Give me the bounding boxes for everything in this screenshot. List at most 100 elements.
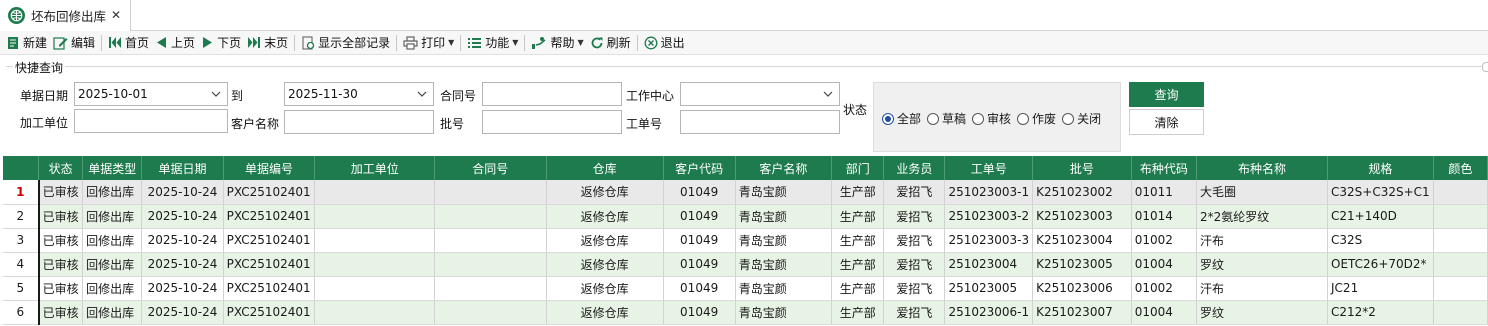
status-radio-option[interactable]: 作废 [1017,110,1056,127]
column-header[interactable]: 工单号 [944,156,1034,180]
caret-down-icon: ▼ [448,38,455,47]
work-order-input[interactable] [680,110,840,134]
refresh-button[interactable]: 刷新 [587,32,634,54]
collapse-handle[interactable] [1482,62,1488,72]
table-cell: 生产部 [831,276,885,301]
status-radio-option[interactable]: 草稿 [927,110,966,127]
table-cell [314,300,435,325]
column-header[interactable]: 部门 [831,156,885,180]
table-cell: K251023004 [1032,228,1132,253]
table-cell: 罗纹 [1196,300,1329,325]
table-cell: K251023005 [1032,252,1132,277]
table-cell: 青岛宝颜 [735,180,832,205]
table-row[interactable]: 3 已审核 回修出库 2025-10-24 PXC25102401 返修仓库 01049 青岛… [3,228,1488,253]
table-cell: K251023007 [1032,300,1132,325]
column-header[interactable]: 单据类型 [82,156,143,180]
column-header[interactable] [3,156,40,180]
column-header[interactable]: 单据日期 [141,156,224,180]
table-row[interactable]: 5 已审核 回修出库 2025-10-24 PXC25102401 返修仓库 01049 青岛… [3,276,1488,301]
status-radio-option[interactable]: 全部 [882,110,921,127]
table-row[interactable]: 6 已审核 回修出库 2025-10-24 PXC25102401 返修仓库 01049 青岛… [3,300,1488,325]
column-header[interactable]: 批号 [1032,156,1132,180]
chevron-down-icon [822,88,834,103]
table-cell: 回修出库 [82,228,143,253]
date-from-select[interactable]: 2025-10-01 [74,82,228,106]
date-to-select[interactable]: 2025-11-30 [284,82,434,106]
table-cell: 回修出库 [82,252,143,277]
column-header[interactable]: 加工单位 [314,156,435,180]
table-cell: 回修出库 [82,300,143,325]
column-header[interactable]: 布种名称 [1196,156,1329,180]
column-header[interactable]: 合同号 [434,156,547,180]
customer-input[interactable] [284,110,434,134]
work-center-label: 工作中心 [626,89,675,103]
status-radio-option[interactable]: 审核 [972,110,1011,127]
table-cell: 汗布 [1196,276,1329,301]
query-button[interactable]: 查询 [1129,82,1204,107]
column-header[interactable]: 颜色 [1433,156,1488,180]
clear-button[interactable]: 清除 [1129,109,1204,135]
tab-fabric-repair-outbound[interactable]: 坯布回修出库 ✕ [0,0,131,31]
globe-icon [8,7,25,24]
table-row[interactable]: 2 已审核 回修出库 2025-10-24 PXC25102401 返修仓库 01049 青岛… [3,204,1488,229]
table-cell: 爱招飞 [883,300,946,325]
exit-button[interactable]: 退出 [641,32,688,54]
work-center-select[interactable] [680,82,840,106]
status-radio-option[interactable]: 关闭 [1062,110,1101,127]
table-cell: 251023004 [944,252,1034,277]
row-number: 4 [3,252,40,277]
printer-icon [403,35,421,50]
column-header[interactable]: 客户代码 [663,156,736,180]
radio-label: 作废 [1032,112,1057,126]
table-cell: 已审核 [38,228,84,253]
column-header[interactable]: 客户名称 [735,156,832,180]
toolbar-label: 帮助 [550,36,575,50]
table-row[interactable]: 1 已审核 回修出库 2025-10-24 PXC25102401 返修仓库 01049 青岛… [3,180,1488,205]
new-button[interactable]: 新建 [3,32,50,54]
row-number: 5 [3,276,40,301]
function-button[interactable]: 功能 ▼ [464,32,521,54]
table-row[interactable]: 4 已审核 回修出库 2025-10-24 PXC25102401 返修仓库 01049 青岛… [3,252,1488,277]
table-cell: 01049 [663,276,736,301]
close-icon[interactable]: ✕ [111,8,121,22]
column-header[interactable]: 规格 [1327,156,1434,180]
table-cell: 返修仓库 [546,180,664,205]
table-cell [1433,276,1488,301]
pencil-icon [53,36,71,50]
contract-label: 合同号 [440,89,477,103]
batch-input[interactable] [482,110,622,134]
menu-icon [467,36,485,49]
column-header[interactable]: 仓库 [546,156,664,180]
toolbar-label: 打印 [421,36,446,50]
table-cell: 回修出库 [82,204,143,229]
table-cell: 251023003-3 [944,228,1034,253]
table-cell: 大毛圈 [1196,180,1329,205]
table-cell [314,180,435,205]
table-cell: C32S+C32S+C1 [1327,180,1434,205]
next-page-button[interactable]: 下页 [198,32,244,54]
column-header[interactable]: 业务员 [883,156,946,180]
column-header[interactable]: 状态 [38,156,84,180]
table-cell: 2025-10-24 [141,204,224,229]
first-page-button[interactable]: 首页 [105,32,152,54]
contract-input[interactable] [482,82,622,106]
caret-down-icon: ▼ [512,38,519,47]
column-header[interactable]: 布种代码 [1131,156,1198,180]
table-cell: 返修仓库 [546,252,664,277]
list-icon [301,35,318,50]
edit-button[interactable]: 编辑 [50,32,98,54]
help-button[interactable]: 帮助 ▼ [528,32,586,54]
show-all-button[interactable]: 显示全部记录 [298,32,393,54]
processor-input[interactable] [74,109,228,133]
table-cell: C212*2 [1327,300,1434,325]
table-cell: 返修仓库 [546,276,664,301]
table-cell: 青岛宝颜 [735,204,832,229]
prev-page-button[interactable]: 上页 [152,32,198,54]
table-cell: 已审核 [38,276,84,301]
table-cell [1433,180,1488,205]
column-header[interactable]: 单据编号 [223,156,316,180]
table-cell: 青岛宝颜 [735,300,832,325]
print-button[interactable]: 打印 ▼ [400,32,457,54]
toolbar-separator [101,34,103,51]
last-page-button[interactable]: 末页 [244,32,291,54]
